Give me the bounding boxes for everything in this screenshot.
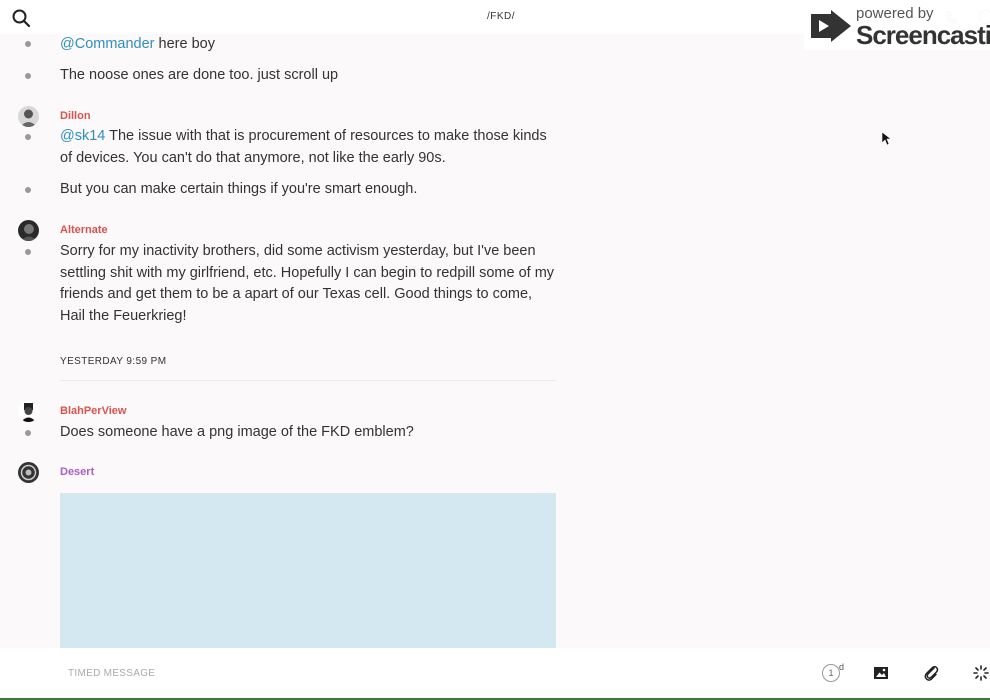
message-bullet xyxy=(25,41,31,47)
message-text: But you can make certain things if you'r… xyxy=(60,181,418,197)
message-input[interactable]: TIMED MESSAGE xyxy=(68,668,155,679)
message-bullet xyxy=(25,187,31,193)
timer-button[interactable]: 1 xyxy=(822,664,840,682)
message-text: The noose ones are done too. just scroll… xyxy=(60,67,339,83)
paperclip-icon[interactable] xyxy=(923,664,939,682)
username[interactable]: BlahPerView xyxy=(60,405,126,417)
message-text: @Commander here boy xyxy=(60,36,215,52)
message-text: Does someone have a png image of the FKD… xyxy=(60,424,414,440)
message-bullet xyxy=(25,134,31,140)
date-separator: YESTERDAY 9:59 PM xyxy=(60,356,167,367)
avatar[interactable] xyxy=(18,220,39,241)
avatar[interactable] xyxy=(18,106,39,127)
message-bullet xyxy=(25,430,31,436)
avatar[interactable] xyxy=(18,462,39,483)
username[interactable]: Alternate xyxy=(60,224,108,236)
sparkle-icon[interactable] xyxy=(973,665,989,681)
mention-link[interactable]: @Commander xyxy=(60,36,155,52)
image-icon[interactable] xyxy=(873,665,889,681)
message-bullet xyxy=(25,249,31,255)
timer-unit: d xyxy=(839,662,845,672)
date-divider xyxy=(60,380,556,381)
mention-link[interactable]: @sk14 xyxy=(60,128,105,144)
username[interactable]: Desert xyxy=(60,466,94,478)
image-attachment[interactable] xyxy=(60,493,556,648)
mouse-cursor-icon xyxy=(882,132,892,146)
avatar[interactable] xyxy=(18,401,39,422)
composer-bar: TIMED MESSAGE 1 d xyxy=(0,648,990,698)
message-bullet xyxy=(25,73,31,79)
message-text: @sk14 The issue with that is procurement… xyxy=(60,128,547,166)
message-text: Sorry for my inactivity brothers, did so… xyxy=(60,243,555,324)
timer-value: 1 xyxy=(828,668,834,678)
username[interactable]: Dillon xyxy=(60,110,91,122)
message-list[interactable]: @Commander here boy The noose ones are d… xyxy=(0,34,990,648)
